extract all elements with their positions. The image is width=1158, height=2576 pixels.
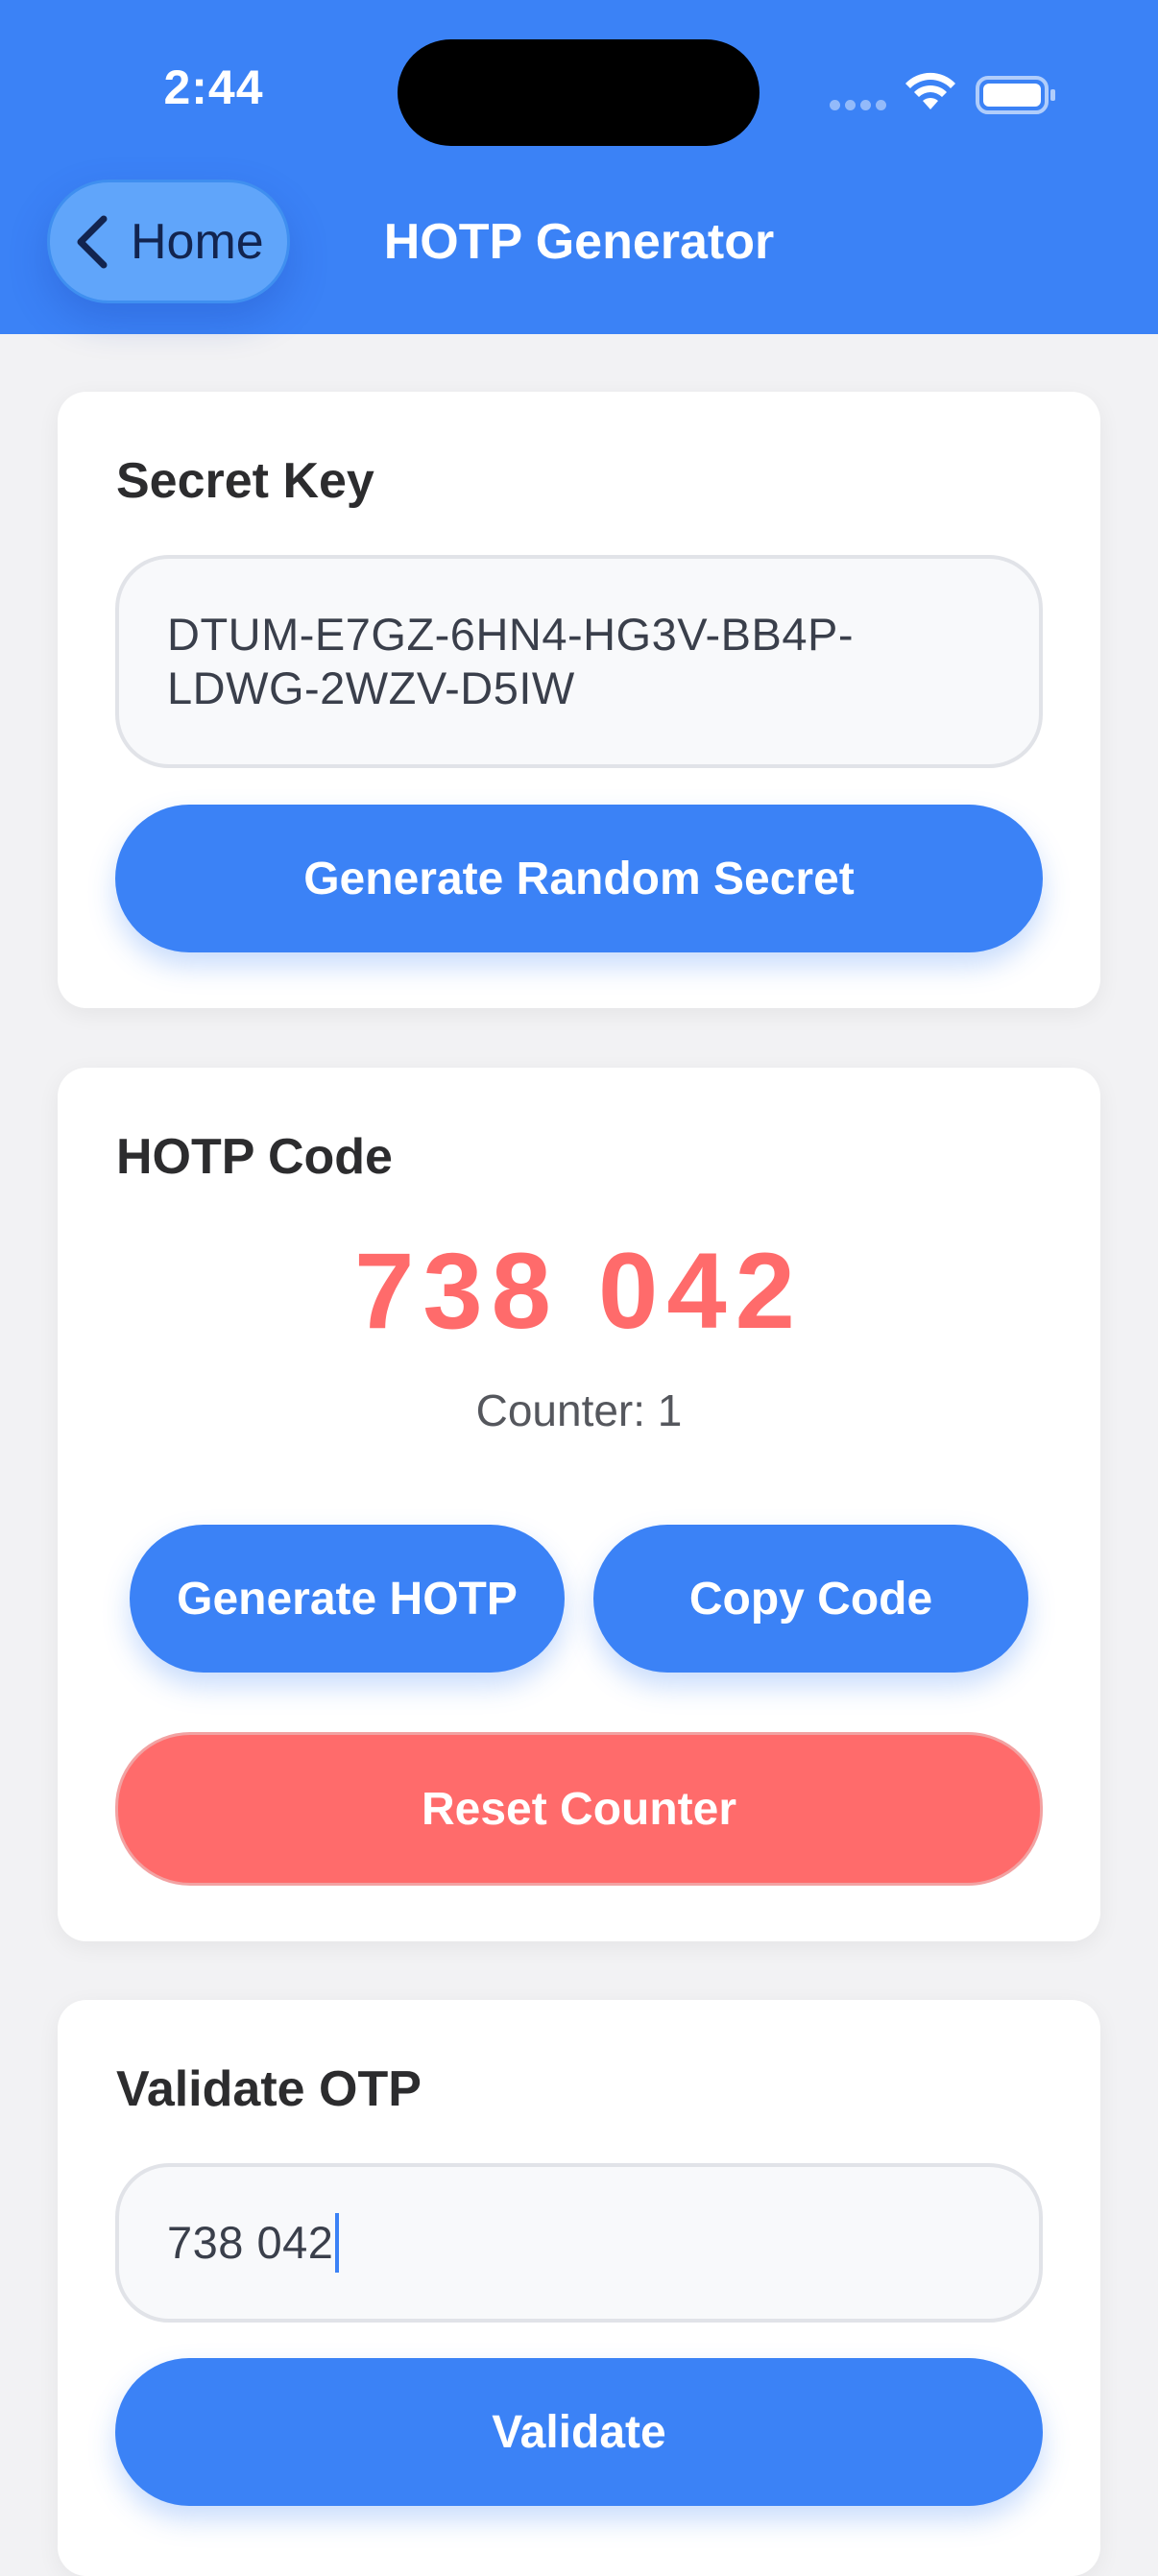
- reset-counter-button[interactable]: Reset Counter: [115, 1732, 1043, 1886]
- copy-code-button[interactable]: Copy Code: [593, 1525, 1028, 1673]
- otp-input-field[interactable]: 738 042: [115, 2163, 1043, 2323]
- back-button-label: Home: [131, 213, 264, 270]
- cellular-signal-icon: [830, 100, 887, 111]
- dynamic-island: [398, 39, 760, 146]
- secret-key-heading: Secret Key: [116, 453, 374, 509]
- chevron-left-icon: [77, 215, 108, 268]
- generate-random-secret-button[interactable]: Generate Random Secret: [115, 805, 1043, 952]
- counter-label: Counter: 1: [475, 1385, 683, 1435]
- page-title: HOTP Generator: [383, 214, 775, 270]
- text-cursor: [335, 2213, 340, 2273]
- validate-button[interactable]: Validate: [115, 2358, 1043, 2506]
- hotp-code-value: 738 042: [354, 1231, 804, 1351]
- wifi-icon: [905, 72, 955, 109]
- battery-icon: [976, 76, 1055, 114]
- validate-otp-card: Validate OTP 738 042 Validate: [58, 2000, 1100, 2576]
- back-button[interactable]: Home: [47, 180, 290, 303]
- secret-key-field[interactable]: DTUM-E7GZ-6HN4-HG3V-BB4P- LDWG-2WZV-D5IW: [115, 555, 1043, 768]
- status-time: 2:44: [163, 60, 264, 114]
- nav-header: 2:44 Home HOTP Generator: [0, 0, 1158, 334]
- hotp-code-card: HOTP Code 738 042 Counter: 1 Generate HO…: [58, 1068, 1100, 1941]
- secret-key-line-1: DTUM-E7GZ-6HN4-HG3V-BB4P-: [167, 609, 854, 660]
- validate-otp-heading: Validate OTP: [116, 2061, 422, 2117]
- otp-input-value: 738 042: [167, 2217, 334, 2268]
- hotp-code-heading: HOTP Code: [116, 1129, 393, 1185]
- secret-key-line-2: LDWG-2WZV-D5IW: [167, 662, 575, 713]
- secret-key-card: Secret Key DTUM-E7GZ-6HN4-HG3V-BB4P- LDW…: [58, 392, 1100, 1008]
- generate-hotp-button[interactable]: Generate HOTP: [130, 1525, 565, 1673]
